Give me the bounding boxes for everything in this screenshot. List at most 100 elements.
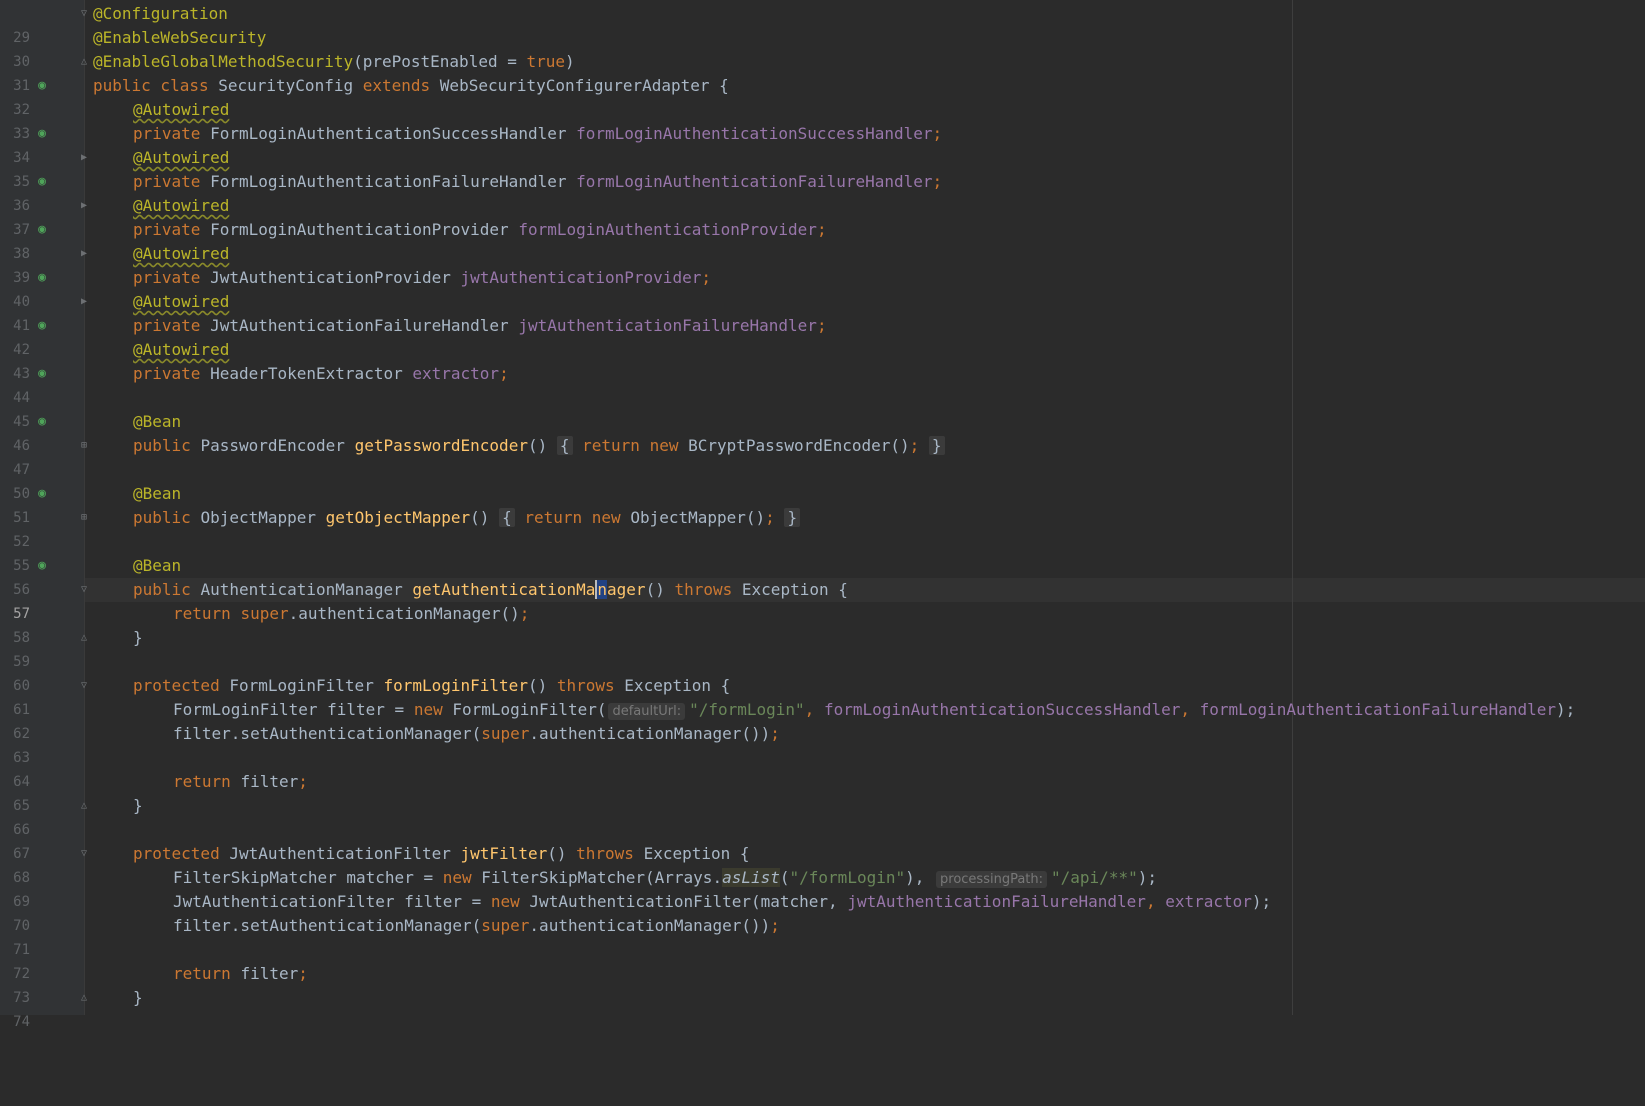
- code-line[interactable]: 64: [0, 746, 1645, 790]
- code-line[interactable]: 29 ▽ @Configuration: [0, 2, 1645, 46]
- keyword: protected: [133, 844, 230, 863]
- autowired-bean-icon[interactable]: ◉: [34, 318, 50, 334]
- code-line[interactable]: 44 ◉ private HeaderTokenExtractor extrac…: [0, 362, 1645, 406]
- annotation: @Autowired: [133, 196, 230, 215]
- keyword: public class: [93, 76, 219, 95]
- code-line[interactable]: 71 filter.setAuthenticationManager(super…: [0, 914, 1645, 958]
- fold-collapsed-icon[interactable]: ⊞: [79, 512, 89, 524]
- autowired-bean-icon[interactable]: ◉: [34, 126, 50, 142]
- keyword: private: [133, 316, 211, 335]
- fold-collapsed-icon[interactable]: ▶: [79, 296, 89, 308]
- fold-open-icon[interactable]: ▽: [79, 680, 89, 692]
- code-line[interactable]: 69 FilterSkipMatcher matcher = new Filte…: [0, 866, 1645, 910]
- code-line[interactable]: 33 @Autowired: [0, 98, 1645, 142]
- code-line[interactable]: 65 return filter;: [0, 770, 1645, 814]
- fold-end-icon[interactable]: △: [79, 800, 89, 812]
- code-token: ): [565, 52, 575, 71]
- folded-brace[interactable]: }: [784, 508, 801, 527]
- code-line[interactable]: 59 △ }: [0, 626, 1645, 670]
- type-name: JwtAuthenticationFilter: [229, 844, 461, 863]
- code-line[interactable]: 52 ⊞ public ObjectMapper getObjectMapper…: [0, 506, 1645, 550]
- annotation: @Bean: [133, 556, 182, 575]
- annotation: @Autowired: [133, 100, 230, 119]
- code-token: JwtAuthenticationFilter filter =: [173, 892, 491, 911]
- code-line[interactable]: 68 ▽ protected JwtAuthenticationFilter j…: [0, 842, 1645, 886]
- bean-method-icon[interactable]: ◉: [34, 558, 50, 574]
- static-method-call: asList: [722, 868, 780, 887]
- fold-open-icon[interactable]: ▽: [79, 848, 89, 860]
- code-line[interactable]: 66 △ }: [0, 794, 1645, 838]
- code-line[interactable]: 51 ◉ @Bean: [0, 482, 1645, 526]
- autowired-bean-icon[interactable]: ◉: [34, 174, 50, 190]
- code-line[interactable]: 43 @Autowired: [0, 338, 1645, 382]
- code-line[interactable]: 32 ◉ public class SecurityConfig extends…: [0, 74, 1645, 118]
- folded-brace[interactable]: {: [556, 436, 573, 455]
- current-code-line[interactable]: 57 ▽ public AuthenticationManager getAut…: [0, 578, 1645, 622]
- code-line[interactable]: 58 return super.authenticationManager();: [0, 602, 1645, 646]
- fold-end-icon[interactable]: △: [79, 632, 89, 644]
- fold-collapsed-icon[interactable]: ▶: [79, 248, 89, 260]
- code-line[interactable]: 61 ▽ protected FormLoginFilter formLogin…: [0, 674, 1645, 718]
- code-line[interactable]: 37 ▶ @Autowired: [0, 194, 1645, 238]
- text-caret[interactable]: n: [595, 580, 608, 599]
- code-line[interactable]: 47 ⊞ public PasswordEncoder getPasswordE…: [0, 434, 1645, 478]
- code-line[interactable]: 73 return filter;: [0, 962, 1645, 1006]
- code-line[interactable]: 40 ◉ private JwtAuthenticationProvider j…: [0, 266, 1645, 310]
- code-line[interactable]: 36 ◉ private FormLoginAuthenticationFail…: [0, 170, 1645, 214]
- code-line[interactable]: 35 ▶ @Autowired: [0, 146, 1645, 190]
- fold-end-icon[interactable]: △: [79, 56, 89, 68]
- code-line[interactable]: 45: [0, 386, 1645, 430]
- bean-method-icon[interactable]: ◉: [34, 414, 50, 430]
- code-line[interactable]: 42 ◉ private JwtAuthenticationFailureHan…: [0, 314, 1645, 358]
- code-token: Exception {: [741, 580, 848, 599]
- fold-collapsed-icon[interactable]: ▶: [79, 152, 89, 164]
- type-name: AuthenticationManager: [200, 580, 413, 599]
- code-line[interactable]: 67: [0, 818, 1645, 862]
- code-token: FilterSkipMatcher(Arrays.: [481, 868, 723, 887]
- semicolon: ;: [909, 436, 929, 455]
- fold-open-icon[interactable]: ▽: [79, 584, 89, 596]
- code-line[interactable]: 34 ◉ private FormLoginAuthenticationSucc…: [0, 122, 1645, 166]
- code-line[interactable]: 74 △ }: [0, 986, 1645, 1030]
- code-lines[interactable]: 29 ▽ @Configuration 30 @EnableWebSecurit…: [0, 2, 1645, 1030]
- method-name: formLoginFilter: [383, 676, 528, 695]
- keyword: super: [481, 916, 530, 935]
- code-line[interactable]: 56 ◉ @Bean: [0, 554, 1645, 598]
- code-line[interactable]: 63 filter.setAuthenticationManager(super…: [0, 722, 1645, 766]
- code-token: (: [779, 868, 790, 887]
- autowired-bean-icon[interactable]: ◉: [34, 366, 50, 382]
- fold-collapsed-icon[interactable]: ⊞: [79, 440, 89, 452]
- code-line[interactable]: 46 ◉ @Bean: [0, 410, 1645, 454]
- type-name: ObjectMapper: [200, 508, 326, 527]
- folded-brace[interactable]: }: [928, 436, 945, 455]
- code-line[interactable]: 60: [0, 650, 1645, 694]
- keyword: extends: [362, 76, 440, 95]
- code-line[interactable]: 50: [0, 458, 1645, 502]
- code-line[interactable]: 55: [0, 530, 1645, 574]
- code-line[interactable]: 62 FormLoginFilter filter = new FormLogi…: [0, 698, 1645, 742]
- fold-end-icon[interactable]: △: [79, 992, 89, 1004]
- code-line[interactable]: 38 ◉ private FormLoginAuthenticationProv…: [0, 218, 1645, 262]
- code-line[interactable]: 70 JwtAuthenticationFilter filter = new …: [0, 890, 1645, 934]
- code-line[interactable]: 72: [0, 938, 1645, 982]
- class-name: SecurityConfig: [218, 76, 363, 95]
- fold-collapsed-icon[interactable]: ▶: [79, 200, 89, 212]
- bean-method-icon[interactable]: ◉: [34, 486, 50, 502]
- folded-brace[interactable]: {: [499, 508, 515, 527]
- method-name: getAuthenticationMa: [412, 580, 596, 599]
- autowired-bean-icon[interactable]: ◉: [34, 270, 50, 286]
- code-line[interactable]: 39 ▶ @Autowired: [0, 242, 1645, 286]
- class-override-icon[interactable]: ◉: [34, 78, 50, 94]
- code-token: (): [645, 580, 675, 599]
- code-token: ObjectMapper(): [630, 508, 766, 527]
- type-name: FormLoginAuthenticationSuccessHandler: [210, 124, 577, 143]
- code-token: filter: [240, 772, 299, 791]
- code-line[interactable]: 30 @EnableWebSecurity: [0, 26, 1645, 70]
- code-token: WebSecurityConfigurerAdapter {: [439, 76, 729, 95]
- code-editor[interactable]: 29 ▽ @Configuration 30 @EnableWebSecurit…: [0, 0, 1645, 1030]
- fold-open-icon[interactable]: ▽: [79, 8, 89, 20]
- autowired-bean-icon[interactable]: ◉: [34, 222, 50, 238]
- code-line[interactable]: 41 ▶ @Autowired: [0, 290, 1645, 334]
- method-name: ager: [607, 580, 646, 599]
- code-line[interactable]: 31 △ @EnableGlobalMethodSecurity(prePost…: [0, 50, 1645, 94]
